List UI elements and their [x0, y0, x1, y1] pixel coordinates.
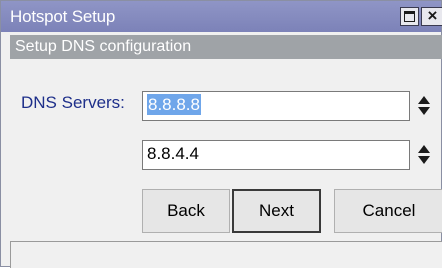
status-bar: [10, 241, 442, 268]
section-header: Setup DNS configuration: [10, 35, 442, 59]
spinner-down-icon[interactable]: [418, 107, 430, 115]
title-bar[interactable]: Hotspot Setup ×: [1, 1, 442, 32]
dns-primary-value: 8.8.8.8: [147, 94, 201, 115]
spinner-up-icon[interactable]: [418, 145, 430, 153]
spinner-up-icon[interactable]: [418, 96, 430, 104]
window-title: Hotspot Setup: [10, 7, 116, 26]
close-icon[interactable]: ×: [421, 7, 442, 26]
dns-secondary-value: 8.8.4.4: [147, 144, 199, 163]
hotspot-setup-window: Hotspot Setup × Setup DNS configuration …: [0, 0, 442, 268]
back-button[interactable]: Back: [142, 189, 230, 233]
dns-servers-label: DNS Servers:: [21, 93, 125, 112]
dns-primary-input[interactable]: 8.8.8.8: [142, 91, 410, 121]
cancel-button[interactable]: Cancel: [334, 189, 442, 233]
spinner-down-icon[interactable]: [418, 156, 430, 164]
dns-primary-spinner-icon[interactable]: [417, 93, 431, 119]
next-button[interactable]: Next: [232, 189, 321, 233]
maximize-icon[interactable]: [400, 7, 419, 26]
dns-secondary-input[interactable]: 8.8.4.4: [142, 140, 410, 170]
dns-secondary-spinner-icon[interactable]: [417, 142, 431, 168]
